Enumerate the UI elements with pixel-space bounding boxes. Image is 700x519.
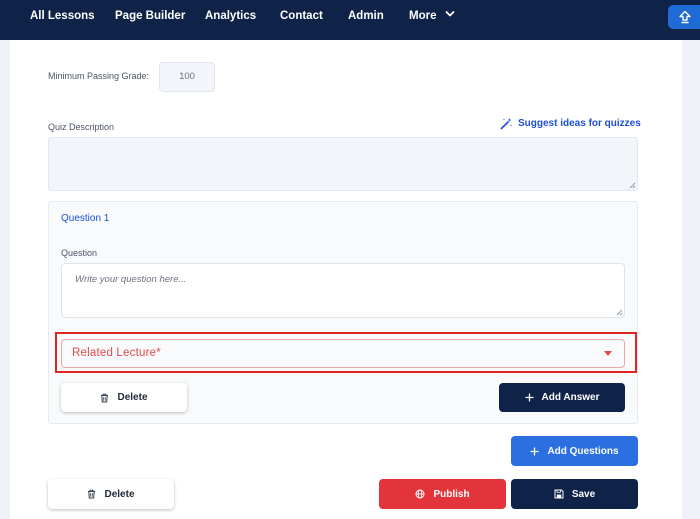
- trash-icon: [88, 489, 96, 499]
- min-grade-label: Minimum Passing Grade:: [48, 71, 150, 81]
- related-lecture-label: Related Lecture*: [72, 347, 161, 359]
- add-answer-label: Add Answer: [541, 392, 600, 403]
- nav-analytics[interactable]: Analytics: [205, 0, 256, 33]
- delete-question-button[interactable]: Delete: [61, 383, 187, 412]
- chevron-down-icon: [445, 11, 455, 17]
- nav-more-label: More: [409, 10, 437, 22]
- nav-contact[interactable]: Contact: [280, 0, 323, 33]
- min-grade-input[interactable]: 100: [159, 62, 215, 92]
- question-title: Question 1: [61, 213, 110, 224]
- add-questions-label: Add Questions: [547, 445, 619, 457]
- save-label: Save: [571, 488, 596, 500]
- save-button[interactable]: Save: [511, 479, 638, 509]
- add-answer-button[interactable]: Add Answer: [499, 383, 625, 412]
- plus-icon: [524, 393, 534, 402]
- question-textarea[interactable]: Write your question here...: [61, 263, 625, 318]
- nav-more[interactable]: More: [409, 0, 455, 33]
- question-field-label: Question: [61, 248, 98, 258]
- publish-button[interactable]: Publish: [379, 479, 506, 509]
- related-lecture-select[interactable]: Related Lecture*: [61, 339, 625, 368]
- delete-question-label: Delete: [117, 392, 148, 403]
- globe-icon: [415, 489, 425, 499]
- resize-grip-icon[interactable]: [629, 182, 636, 189]
- nav-page-builder[interactable]: Page Builder: [115, 0, 185, 33]
- save-icon: [554, 489, 564, 499]
- question-placeholder: Write your question here...: [75, 274, 187, 285]
- nav-all-lessons[interactable]: All Lessons: [30, 0, 95, 33]
- upload-icon: [679, 10, 691, 24]
- quiz-description-label: Quiz Description: [48, 122, 115, 132]
- quiz-description-field[interactable]: [48, 137, 638, 191]
- suggest-ideas-link[interactable]: Suggest ideas for quizzes: [500, 115, 641, 131]
- trash-icon: [101, 393, 109, 402]
- upload-button[interactable]: [668, 5, 700, 29]
- add-questions-button[interactable]: Add Questions: [511, 436, 638, 466]
- dropdown-caret-icon: [604, 351, 612, 356]
- resize-grip-icon[interactable]: [616, 309, 623, 316]
- delete-quiz-button[interactable]: Delete: [48, 479, 174, 509]
- suggest-ideas-label: Suggest ideas for quizzes: [518, 117, 641, 129]
- nav-admin[interactable]: Admin: [348, 0, 384, 33]
- top-navbar: All Lessons Page Builder Analytics Conta…: [0, 0, 700, 40]
- publish-label: Publish: [433, 488, 470, 500]
- plus-icon: [530, 446, 540, 456]
- delete-quiz-label: Delete: [104, 488, 135, 500]
- magic-wand-icon: [500, 117, 512, 129]
